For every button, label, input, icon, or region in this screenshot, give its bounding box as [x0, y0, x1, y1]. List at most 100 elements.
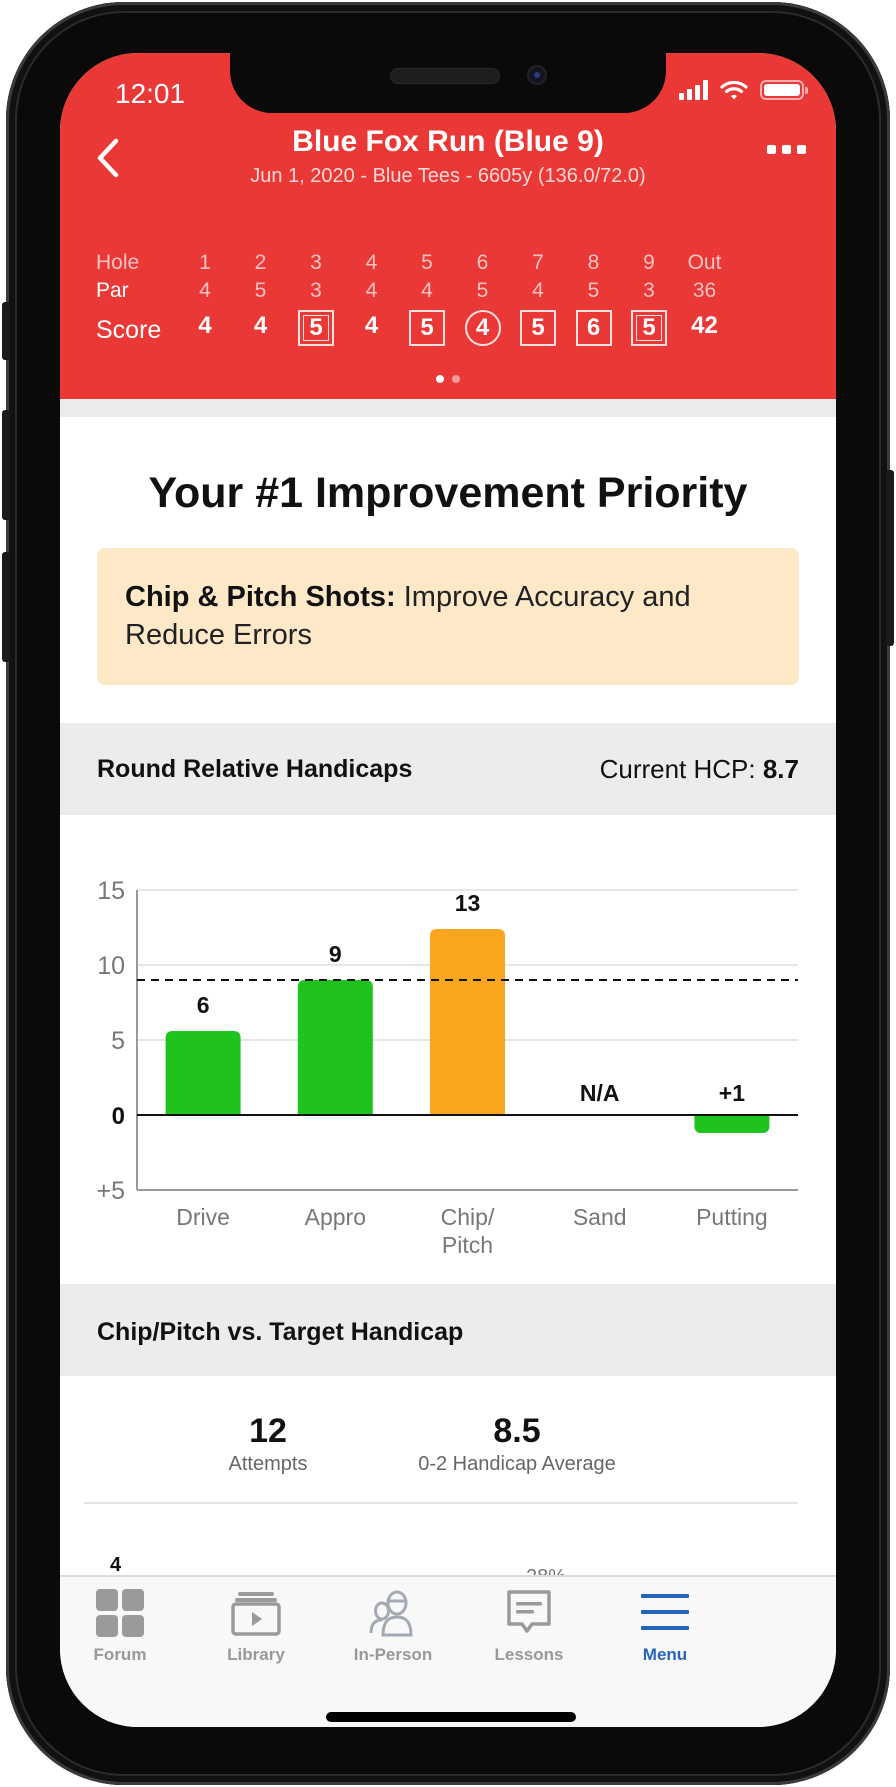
- bar-chip-pitch: [430, 929, 505, 1115]
- grid-icon: [96, 1589, 144, 1637]
- status-time: 12:01: [115, 78, 186, 109]
- score-value: 4: [175, 312, 235, 351]
- scorecard: Hole 1 2 3 4 5 6 7 8 9 Out Par 4 5 3 4 4 5 4 5 3 36 Score …: [96, 251, 816, 353]
- tab-library[interactable]: Library: [186, 1585, 326, 1665]
- course-title: Blue Fox Run (Blue 9): [292, 125, 604, 158]
- bar-appro: [297, 980, 373, 1115]
- wifi-icon: [720, 80, 748, 100]
- scorecard-par-row: Par 4 5 3 4 4 5 4 5 3 36: [96, 279, 816, 307]
- current-hcp: Current HCP: 8.7: [599, 754, 799, 784]
- battery-icon: [760, 80, 808, 100]
- volume-down-button: [2, 552, 10, 662]
- score-text: 4: [253, 312, 268, 339]
- score-text: 4: [364, 312, 379, 339]
- current-hcp-value: 8.7: [762, 754, 799, 784]
- handicap-bar-chart: 15 10 5 0 +5 6 Drive 9 Appro 13 Chip/Pitch N/A Sand +…: [96, 877, 798, 1258]
- hole-number: 2: [254, 251, 267, 274]
- more-options-button[interactable]: [767, 145, 806, 154]
- bottom-tab-bar: Forum Library In-Person Lessons Menu: [60, 1575, 836, 1727]
- silent-switch: [2, 302, 10, 360]
- home-indicator[interactable]: [326, 1712, 576, 1722]
- handicaps-section-header: Round Relative Handicaps Current HCP: 8.…: [60, 723, 836, 815]
- scorecard-pager[interactable]: [60, 375, 836, 383]
- hole-number: 7: [532, 251, 544, 274]
- par-value: 36: [692, 279, 717, 302]
- score-label: Score: [96, 316, 162, 344]
- stat-label: 0-2 Handicap Average: [418, 1453, 616, 1475]
- par-value: 5: [254, 279, 267, 302]
- data-label: 6: [197, 992, 210, 1018]
- app-screen: 12:01 Blue Fox Run (Blue 9) Jun 1, 2020 …: [60, 53, 836, 1727]
- y-tick-label: 5: [111, 1027, 125, 1055]
- par-value: 3: [643, 279, 655, 302]
- more-horizontal-icon: [767, 145, 776, 154]
- chip-section-header: Chip/Pitch vs. Target Handicap: [60, 1284, 836, 1376]
- chat-bubble-icon: [507, 1590, 551, 1633]
- section-title: Round Relative Handicaps: [97, 755, 413, 783]
- tab-forum[interactable]: Forum: [60, 1585, 190, 1665]
- score-value: 42: [675, 312, 735, 351]
- notch: [230, 53, 666, 113]
- data-label: 9: [329, 941, 342, 967]
- round-details: Jun 1, 2020 - Blue Tees - 6605y (136.0/7…: [250, 165, 646, 187]
- par-label: Par: [96, 279, 129, 302]
- y-tick-label: 0: [112, 1103, 125, 1130]
- x-category-label: Pitch: [442, 1232, 493, 1258]
- video-library-icon: [231, 1592, 281, 1636]
- double-bogey-box: 5: [298, 310, 334, 346]
- bar-putting: [694, 1115, 770, 1133]
- priority-card: Your #1 Improvement Priority Chip & Pitc…: [60, 417, 836, 723]
- chip-stats: 12 Attempts 8.5 0-2 Handicap Average 4 2…: [60, 1376, 836, 1588]
- bogey-box: 5: [409, 310, 445, 346]
- score-value: 5: [508, 310, 568, 351]
- tab-label: Menu: [642, 1645, 688, 1664]
- pager-dot[interactable]: [452, 375, 460, 383]
- hole-number: Out: [687, 251, 722, 274]
- score-text: 4: [198, 312, 212, 339]
- par-value: 4: [365, 279, 378, 302]
- tab-in-person[interactable]: In-Person: [323, 1585, 463, 1665]
- hole-number: 4: [365, 251, 378, 274]
- stat-value: 8.5: [493, 1412, 541, 1450]
- content-scroll[interactable]: Your #1 Improvement Priority Chip & Pitc…: [60, 399, 836, 1641]
- score-value: 4: [231, 312, 291, 351]
- score-value: 5: [619, 310, 679, 351]
- hole-number: 8: [587, 251, 600, 274]
- front-camera: [527, 65, 547, 85]
- y-tick-label: 10: [97, 952, 125, 980]
- tab-label: Forum: [93, 1645, 147, 1664]
- tab-label: Lessons: [494, 1645, 564, 1664]
- pager-dot[interactable]: [436, 375, 444, 383]
- data-label: N/A: [580, 1080, 620, 1106]
- y-tick-label: +5: [96, 1177, 125, 1205]
- tab-lessons[interactable]: Lessons: [459, 1585, 599, 1665]
- par-value: 4: [199, 279, 211, 302]
- data-label: +1: [719, 1080, 745, 1106]
- score-value: 5: [286, 310, 346, 351]
- tab-label: In-Person: [353, 1645, 433, 1664]
- volume-up-button: [2, 410, 10, 520]
- par-value: 4: [421, 279, 433, 302]
- double-bogey-box: 5: [631, 310, 667, 346]
- status-icons: [679, 79, 808, 101]
- hole-label: Hole: [96, 251, 140, 274]
- score-value: 4: [453, 310, 513, 351]
- par-value: 4: [532, 279, 544, 302]
- par-value: 3: [310, 279, 322, 302]
- hole-number: 9: [643, 251, 655, 274]
- hole-number: 1: [199, 251, 211, 274]
- priority-callout: Chip & Pitch Shots: Improve Accuracy and…: [97, 548, 799, 685]
- score-value: 4: [342, 312, 402, 351]
- hole-number: 3: [310, 251, 322, 274]
- handicap-chart: 15 10 5 0 +5 6 Drive 9 Appro 13 Chip/Pitch N/A Sand +…: [60, 815, 836, 1284]
- score-value: 5: [397, 310, 457, 351]
- hole-number: 6: [476, 251, 489, 274]
- power-button: [886, 470, 894, 646]
- score-text: 42: [691, 312, 718, 339]
- speaker-grille: [390, 68, 500, 84]
- cellular-signal-icon: [679, 80, 708, 100]
- scorecard-score-row: Score 4 4 5 4 5 4 5 6 5 42: [96, 309, 816, 353]
- tab-menu[interactable]: Menu: [595, 1585, 735, 1665]
- x-category-label: Chip/: [441, 1204, 495, 1230]
- divider: [84, 1502, 798, 1504]
